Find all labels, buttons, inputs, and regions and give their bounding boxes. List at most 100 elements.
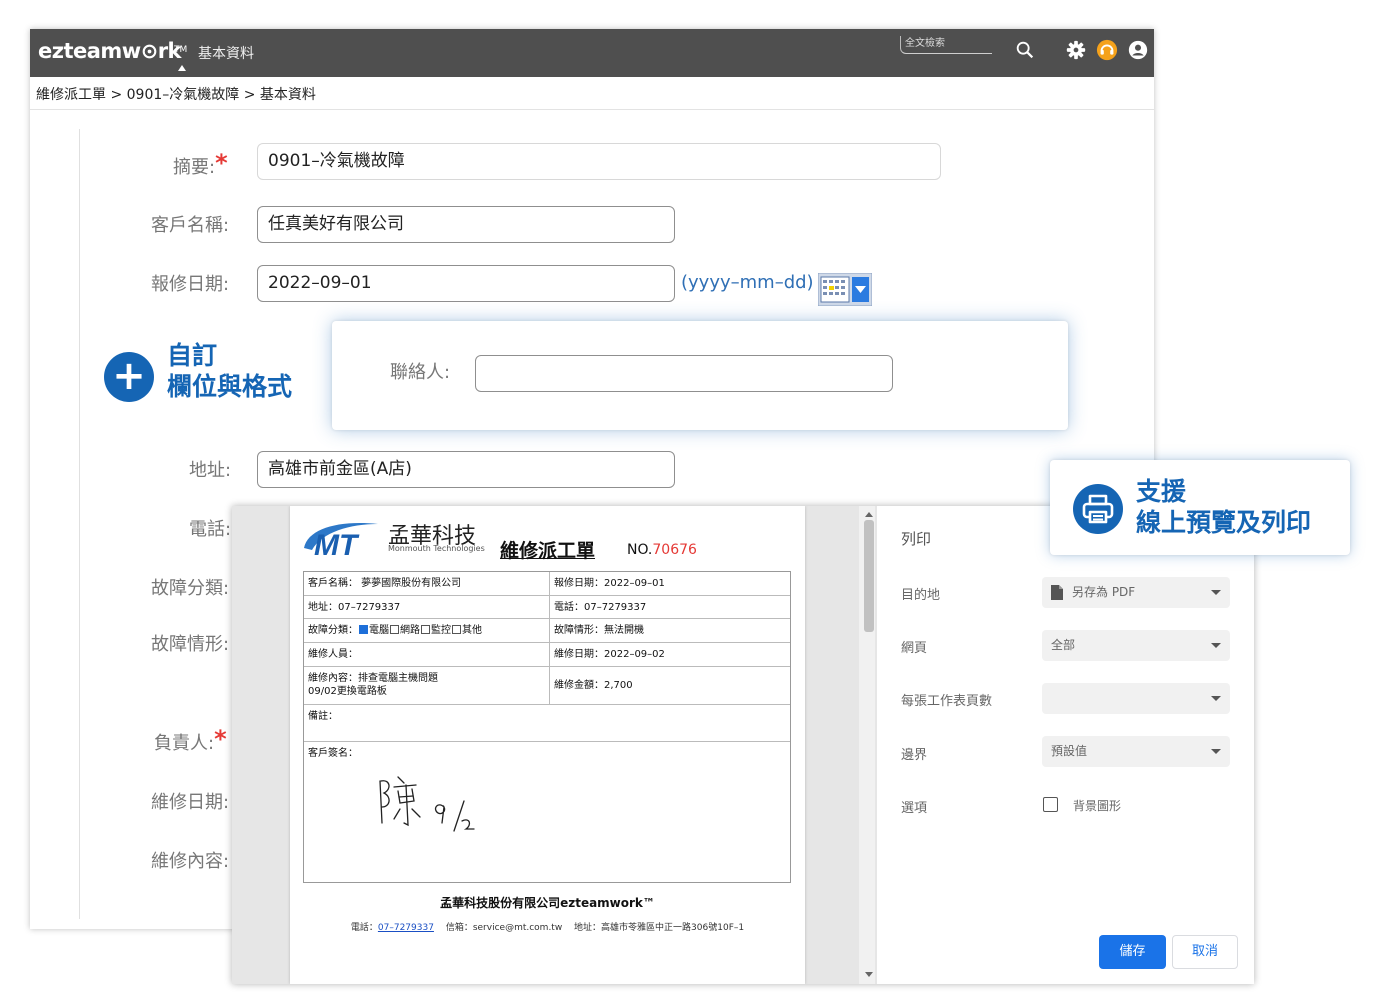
breadcrumb-divider	[30, 109, 1154, 110]
table-row: 備註：	[304, 705, 790, 742]
chevron-down-icon	[1211, 696, 1221, 701]
document-page: MT 孟華科技 Monmouth Technologies 維修派工單 NO.7…	[290, 506, 805, 984]
address-input[interactable]: 高雄市前金區(A店)	[257, 451, 675, 488]
contact-input[interactable]	[475, 355, 893, 392]
doc-fault-description: 故障情形：無法開機	[554, 625, 644, 636]
save-button[interactable]: 儲存	[1099, 935, 1166, 969]
feature-custom-line1: 自訂	[167, 341, 218, 370]
printer-icon	[1082, 494, 1114, 524]
destination-label: 目的地	[901, 588, 941, 603]
print-panel-title: 列印	[901, 530, 932, 548]
required-mark: *	[214, 725, 227, 753]
fault-category-label: 故障分類:	[151, 578, 230, 599]
checkbox-checked-icon	[359, 625, 368, 634]
repair-date-label: 維修日期:	[151, 792, 230, 813]
owner-label: 負責人:*	[154, 725, 227, 754]
feature-print-line1: 支援	[1136, 477, 1187, 506]
pages-label: 網頁	[901, 641, 928, 656]
gear-icon[interactable]	[1065, 39, 1087, 61]
app-logo[interactable]: ezteamw rk	[38, 39, 182, 63]
signature-drawing	[379, 776, 475, 832]
custom-field-card: 聯絡人:	[332, 321, 1068, 430]
feature-print-title: 支援 線上預覽及列印	[1136, 476, 1311, 538]
doc-repair-content: 維修內容：排查電腦主機問題 09/02更換電路板	[304, 667, 550, 704]
options-label: 選項	[901, 801, 928, 816]
logo-trademark: TM	[174, 45, 188, 55]
document-title: 維修派工單	[500, 540, 596, 562]
feature-print-line2: 線上預覽及列印	[1136, 508, 1312, 537]
margins-select[interactable]: 預設值	[1042, 736, 1230, 767]
doc-footer-company: 孟華科技股份有限公司ezteamwork™	[440, 896, 655, 910]
table-row: 維修內容：排查電腦主機問題 09/02更換電路板 維修金額：2,700	[304, 667, 790, 705]
document-number: NO.70676	[627, 542, 697, 558]
summary-label: 摘要:*	[173, 149, 228, 178]
screenshot-root: ezteamw rk TM 基本資料 全文檢索 維修派工單 > 0901–冷氣機故…	[0, 0, 1389, 997]
pages-per-sheet-select[interactable]	[1042, 683, 1230, 714]
report-date-input[interactable]: 2022–09–01	[257, 265, 675, 302]
doc-note: 備註：	[308, 711, 338, 722]
pages-per-sheet-label: 每張工作表頁數	[901, 694, 993, 709]
print-preview-window: MT 孟華科技 Monmouth Technologies 維修派工單 NO.7…	[232, 506, 1254, 984]
search-icon[interactable]	[1014, 39, 1036, 61]
checkbox-icon	[390, 625, 399, 634]
summary-input[interactable]: 0901–冷氣機故障	[257, 143, 941, 180]
doc-customer: 客戶名稱： 夢夢國際股份有限公司	[304, 572, 550, 595]
breadcrumb[interactable]: 維修派工單 > 0901–冷氣機故障 > 基本資料	[36, 84, 316, 104]
feature-custom-line2: 欄位與格式	[167, 372, 293, 401]
cancel-button[interactable]: 取消	[1172, 935, 1238, 969]
doc-footer-contact: 電話：07–7279337 信箱：service@mt.com.tw 地址：高雄…	[350, 923, 745, 933]
user-icon[interactable]	[1127, 39, 1149, 61]
repair-content-label: 維修內容:	[151, 851, 230, 872]
checkbox-icon	[421, 625, 430, 634]
background-graphics-checkbox[interactable]	[1043, 797, 1058, 812]
doc-fault-category: 故障分類： 電腦 網路 監控 其他	[304, 619, 550, 642]
table-row: 客戶名稱： 夢夢國際股份有限公司 報修日期：2022–09–01	[304, 572, 790, 596]
company-name-en: Monmouth Technologies	[388, 544, 485, 553]
table-row: 故障分類： 電腦 網路 監控 其他 故障情形：無法開機	[304, 619, 790, 643]
background-graphics-label: 背景圖形	[1073, 799, 1122, 813]
scroll-down-icon[interactable]	[865, 972, 873, 977]
checkbox-icon	[452, 625, 461, 634]
chevron-down-icon	[1211, 749, 1221, 754]
mt-logo: MT	[304, 523, 378, 558]
table-row: 地址：07–7279337 電話：07–7279337	[304, 596, 790, 619]
pages-select[interactable]: 全部	[1042, 630, 1230, 661]
plus-icon: +	[104, 352, 154, 402]
support-icon[interactable]	[1096, 39, 1118, 61]
doc-technician: 維修人員：	[304, 643, 550, 666]
doc-repair-date: 維修日期：2022–09–02	[554, 649, 665, 660]
customer-name-input[interactable]: 任真美好有限公司	[257, 206, 675, 243]
print-feature-card: 支援 線上預覽及列印	[1050, 460, 1350, 555]
svg-text:MT: MT	[314, 529, 360, 558]
doc-repair-amount: 維修金額：2,700	[554, 680, 633, 691]
fault-description-label: 故障情形:	[151, 634, 230, 655]
table-row: 維修人員： 維修日期：2022–09–02	[304, 643, 790, 667]
destination-select[interactable]: 另存為 PDF	[1042, 577, 1230, 608]
print-settings-panel: 列印 目的地 另存為 PDF 網頁 全部 每張工作表頁數 邊界 預設值 選項 背…	[877, 506, 1254, 984]
margins-label: 邊界	[901, 748, 928, 763]
top-bar: ezteamw rk TM 基本資料 全文檢索	[30, 29, 1154, 77]
chevron-down-icon	[1211, 643, 1221, 648]
fulltext-search-input[interactable]: 全文檢索	[900, 36, 992, 54]
required-mark: *	[215, 149, 228, 177]
module-title: 基本資料	[198, 46, 254, 62]
preview-scroll-thumb[interactable]	[864, 520, 874, 632]
doc-address: 地址：07–7279337	[304, 596, 550, 618]
form-left-rule	[79, 129, 80, 919]
date-format-hint: (yyyy–mm–dd)	[681, 272, 814, 293]
logo-caret-icon[interactable]	[178, 65, 186, 71]
scroll-up-icon[interactable]	[865, 512, 873, 517]
calendar-icon[interactable]	[818, 273, 872, 306]
chevron-down-icon	[1211, 590, 1221, 595]
phone-label: 電話:	[189, 519, 232, 540]
doc-phone: 電話：07–7279337	[554, 602, 647, 613]
contact-label: 聯絡人:	[390, 362, 451, 383]
report-date-label: 報修日期:	[151, 274, 230, 295]
customer-name-label: 客戶名稱:	[151, 215, 230, 236]
address-label: 地址:	[189, 460, 232, 481]
file-icon	[1051, 585, 1063, 600]
logo-o-icon	[142, 44, 157, 59]
print-feature-badge	[1073, 484, 1123, 534]
footer-phone-link[interactable]: 07–7279337	[378, 923, 434, 933]
feature-custom-title: 自訂 欄位與格式	[167, 340, 292, 402]
